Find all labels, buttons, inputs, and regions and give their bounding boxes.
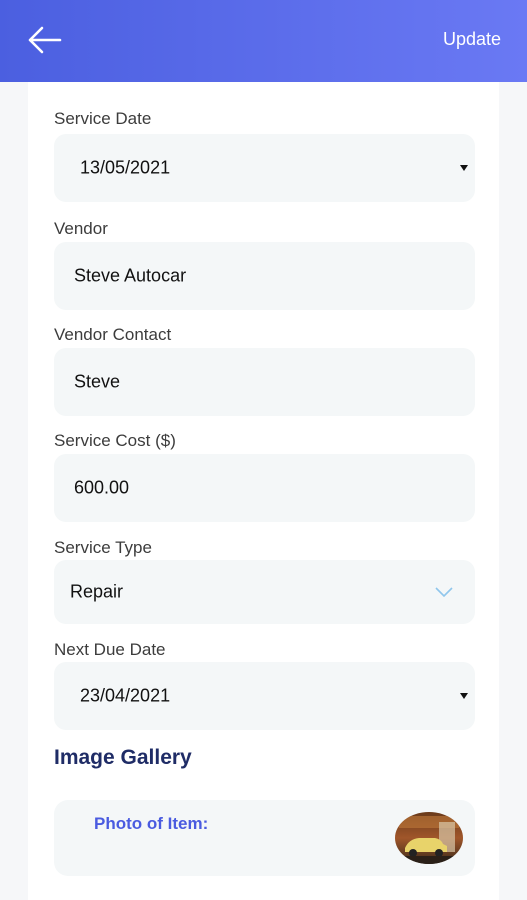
next-due-date-label: Next Due Date <box>54 640 166 659</box>
update-button[interactable]: Update <box>443 29 501 50</box>
app-screen: Update Service Date 13/05/2021 Vendor St… <box>0 0 527 900</box>
arrow-left-icon <box>28 26 62 54</box>
vendor-field[interactable]: Steve Autocar <box>54 242 475 310</box>
service-cost-label: Service Cost ($) <box>54 431 176 450</box>
vendor-contact-value: Steve <box>74 371 121 392</box>
caret-down-icon <box>460 693 468 699</box>
vendor-label: Vendor <box>54 219 108 238</box>
photo-of-item-row[interactable]: Photo of Item: <box>54 800 475 876</box>
service-type-value: Repair <box>70 581 124 602</box>
service-date-label: Service Date <box>54 109 152 128</box>
service-type-label: Service Type <box>54 538 152 557</box>
service-cost-field[interactable]: 600.00 <box>54 454 475 522</box>
next-due-date-value: 23/04/2021 <box>80 685 171 706</box>
vendor-contact-field[interactable]: Steve <box>54 348 475 416</box>
app-header: Update <box>0 0 527 82</box>
chevron-down-icon <box>435 587 453 597</box>
item-photo-thumbnail[interactable] <box>395 812 463 864</box>
service-date-picker[interactable]: 13/05/2021 <box>54 134 475 202</box>
vendor-contact-label: Vendor Contact <box>54 325 172 344</box>
next-due-date-picker[interactable]: 23/04/2021 <box>54 662 475 730</box>
vendor-value: Steve Autocar <box>74 265 187 286</box>
image-gallery-title: Image Gallery <box>54 746 192 769</box>
car-photo-image <box>395 812 463 864</box>
form-card: Service Date 13/05/2021 Vendor Steve Aut… <box>28 82 499 900</box>
service-date-value: 13/05/2021 <box>80 157 171 178</box>
caret-down-icon <box>460 165 468 171</box>
back-button[interactable] <box>22 22 66 58</box>
service-cost-value: 600.00 <box>74 477 130 498</box>
photo-of-item-label: Photo of Item: <box>94 814 209 833</box>
service-type-select[interactable]: Repair <box>54 560 475 624</box>
